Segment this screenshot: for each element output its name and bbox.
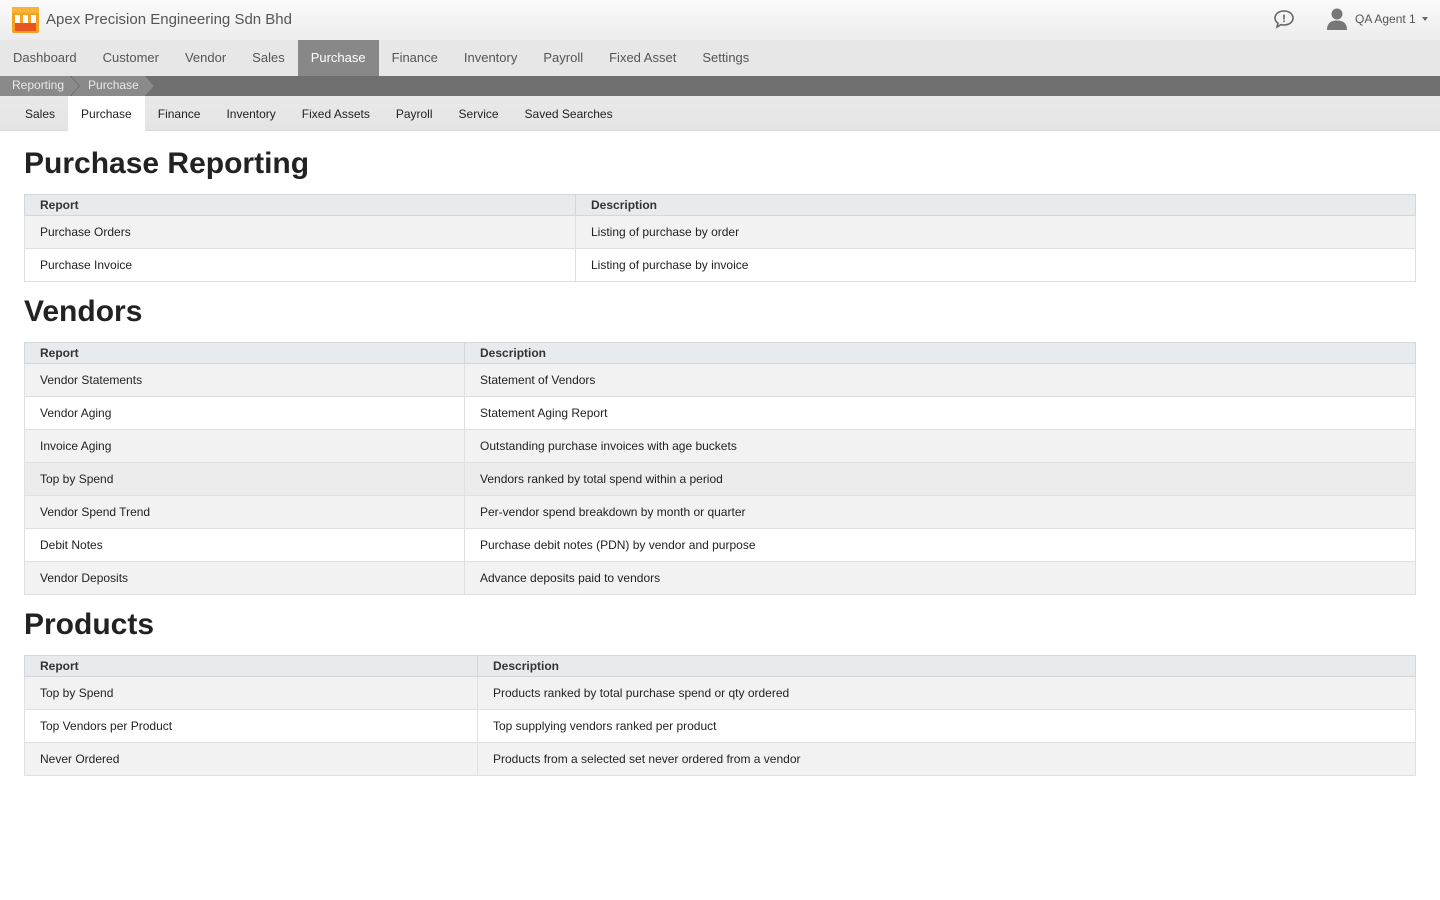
report-name-link[interactable]: Top by Spend [24, 462, 465, 496]
user-menu[interactable]: QA Agent 1 [1326, 6, 1428, 32]
table-header-row: Report Description [24, 342, 1416, 364]
report-name-link[interactable]: Top by Spend [24, 676, 478, 710]
tab-service[interactable]: Service [446, 96, 512, 131]
report-name-link[interactable]: Purchase Invoice [24, 248, 576, 282]
company-name[interactable]: Apex Precision Engineering Sdn Bhd [46, 11, 292, 28]
main-nav-settings[interactable]: Settings [689, 40, 762, 76]
breadcrumb: Reporting Purchase [0, 76, 1440, 96]
table-row[interactable]: Never Ordered Products from a selected s… [24, 742, 1416, 776]
report-description: Vendors ranked by total spend within a p… [464, 462, 1416, 496]
section-title-products: Products [24, 608, 155, 641]
report-description: Per-vendor spend breakdown by month or q… [464, 495, 1416, 529]
report-description: Purchase debit notes (PDN) by vendor and… [464, 528, 1416, 562]
column-header-report: Report [24, 655, 478, 677]
table-row[interactable]: Top by Spend Products ranked by total pu… [24, 676, 1416, 710]
main-nav-finance[interactable]: Finance [379, 40, 451, 76]
report-description: Products from a selected set never order… [477, 742, 1416, 776]
report-name-link[interactable]: Vendor Aging [24, 396, 465, 430]
breadcrumb-purchase[interactable]: Purchase [72, 76, 155, 96]
tab-finance[interactable]: Finance [145, 96, 214, 131]
main-content: Purchase Reporting Report Description Pu… [0, 148, 1440, 776]
main-nav-customer[interactable]: Customer [90, 40, 172, 76]
tab-inventory[interactable]: Inventory [213, 96, 288, 131]
main-nav-inventory[interactable]: Inventory [451, 40, 530, 76]
tab-saved-searches[interactable]: Saved Searches [512, 96, 626, 131]
report-name-link[interactable]: Vendor Deposits [24, 561, 465, 595]
table-row[interactable]: Vendor Aging Statement Aging Report [24, 396, 1416, 430]
report-name-link[interactable]: Never Ordered [24, 742, 478, 776]
table-row[interactable]: Vendor Deposits Advance deposits paid to… [24, 561, 1416, 595]
report-name-link[interactable]: Purchase Orders [24, 215, 576, 249]
section-title-vendors: Vendors [24, 295, 143, 328]
purchase-reporting-table: Report Description Purchase Orders Listi… [24, 194, 1416, 282]
report-description: Top supplying vendors ranked per product [477, 709, 1416, 743]
column-header-description: Description [477, 655, 1416, 677]
table-row[interactable]: Invoice Aging Outstanding purchase invoi… [24, 429, 1416, 463]
column-header-report: Report [24, 342, 465, 364]
table-row[interactable]: Vendor Statements Statement of Vendors [24, 363, 1416, 397]
table-row[interactable]: Vendor Spend Trend Per-vendor spend brea… [24, 495, 1416, 529]
report-description: Listing of purchase by order [575, 215, 1416, 249]
main-nav-fixed-asset[interactable]: Fixed Asset [596, 40, 689, 76]
tab-sales[interactable]: Sales [12, 96, 68, 131]
report-description: Outstanding purchase invoices with age b… [464, 429, 1416, 463]
report-name-link[interactable]: Vendor Statements [24, 363, 465, 397]
top-header: Apex Precision Engineering Sdn Bhd QA Ag… [0, 0, 1440, 40]
chat-icon[interactable] [1273, 9, 1295, 29]
report-description: Advance deposits paid to vendors [464, 561, 1416, 595]
table-row[interactable]: Top Vendors per Product Top supplying ve… [24, 709, 1416, 743]
column-header-report: Report [24, 194, 576, 216]
table-row[interactable]: Debit Notes Purchase debit notes (PDN) b… [24, 528, 1416, 562]
table-header-row: Report Description [24, 655, 1416, 677]
report-description: Statement of Vendors [464, 363, 1416, 397]
column-header-description: Description [464, 342, 1416, 364]
tab-fixed-assets[interactable]: Fixed Assets [289, 96, 383, 131]
products-table: Report Description Top by Spend Products… [24, 655, 1416, 776]
vendors-table: Report Description Vendor Statements Sta… [24, 342, 1416, 595]
chevron-down-icon [1421, 17, 1428, 21]
main-nav-dashboard[interactable]: Dashboard [0, 40, 90, 76]
table-header-row: Report Description [24, 194, 1416, 216]
table-row[interactable]: Top by Spend Vendors ranked by total spe… [24, 462, 1416, 496]
main-nav: Dashboard Customer Vendor Sales Purchase… [0, 40, 1440, 76]
report-category-tabs: Sales Purchase Finance Inventory Fixed A… [0, 96, 1440, 131]
report-name-link[interactable]: Top Vendors per Product [24, 709, 478, 743]
report-description: Products ranked by total purchase spend … [477, 676, 1416, 710]
table-row[interactable]: Purchase Invoice Listing of purchase by … [24, 248, 1416, 282]
report-name-link[interactable]: Invoice Aging [24, 429, 465, 463]
report-name-link[interactable]: Debit Notes [24, 528, 465, 562]
company-logo-icon[interactable] [12, 7, 39, 33]
main-nav-payroll[interactable]: Payroll [530, 40, 596, 76]
main-nav-vendor[interactable]: Vendor [172, 40, 239, 76]
table-row[interactable]: Purchase Orders Listing of purchase by o… [24, 215, 1416, 249]
main-nav-sales[interactable]: Sales [239, 40, 298, 76]
report-name-link[interactable]: Vendor Spend Trend [24, 495, 465, 529]
user-name: QA Agent 1 [1355, 12, 1416, 26]
main-nav-purchase[interactable]: Purchase [297, 40, 379, 76]
report-description: Statement Aging Report [464, 396, 1416, 430]
column-header-description: Description [575, 194, 1416, 216]
section-title-purchase-reporting: Purchase Reporting [24, 147, 310, 180]
breadcrumb-reporting[interactable]: Reporting [0, 76, 81, 96]
tab-purchase[interactable]: Purchase [68, 96, 145, 131]
tab-payroll[interactable]: Payroll [383, 96, 446, 131]
report-description: Listing of purchase by invoice [575, 248, 1416, 282]
user-avatar-icon [1327, 8, 1347, 30]
